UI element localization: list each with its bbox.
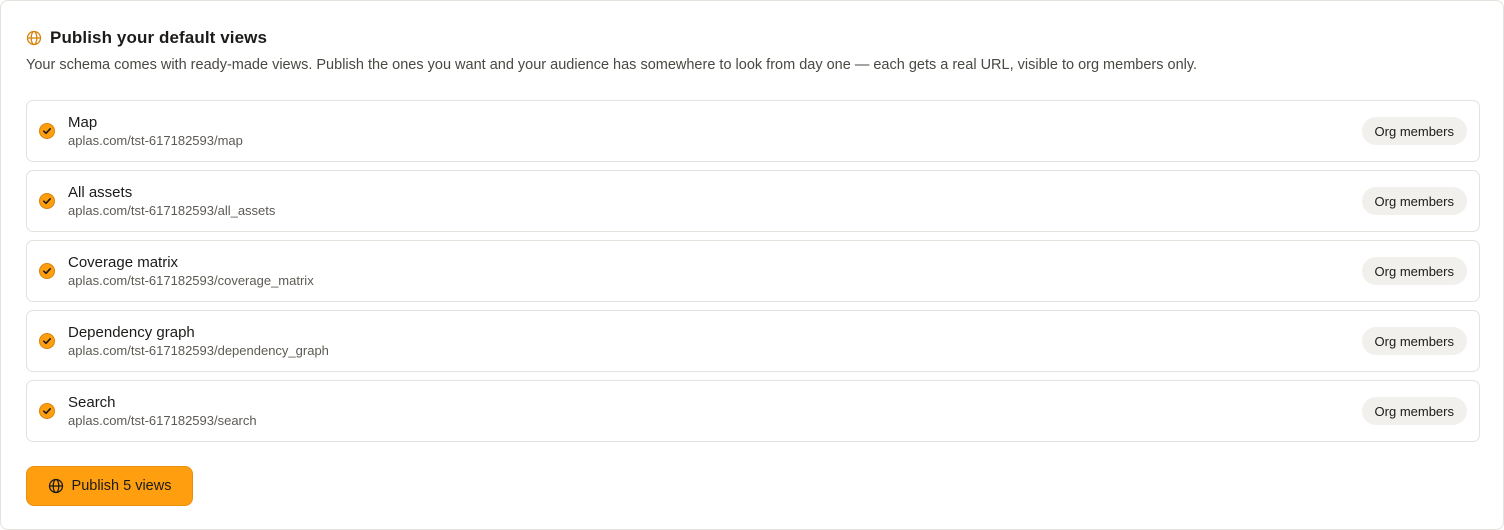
publish-button-label: Publish 5 views: [71, 478, 172, 494]
publish-views-card: Publish your default views Your schema c…: [0, 0, 1504, 530]
view-title: All assets: [68, 183, 133, 201]
view-row-dependency-graph[interactable]: Dependency graph aplas.com/tst-617182593…: [26, 310, 1480, 372]
card-title: Publish your default views: [50, 28, 268, 47]
view-title: Search: [68, 393, 116, 411]
visibility-badge[interactable]: Org members: [1361, 327, 1467, 355]
view-url: aplas.com/tst-617182593/dependency_graph: [68, 342, 329, 358]
view-row-map[interactable]: Map aplas.com/tst-617182593/map Org memb…: [26, 100, 1480, 162]
view-text: Search aplas.com/tst-617182593/search: [68, 394, 257, 429]
card-header: Publish your default views: [26, 27, 267, 49]
view-row-all-assets[interactable]: All assets aplas.com/tst-617182593/all_a…: [26, 170, 1480, 232]
checkbox-checked-icon[interactable]: [39, 193, 55, 209]
view-text: Dependency graph aplas.com/tst-617182593…: [68, 324, 329, 359]
view-row-coverage-matrix[interactable]: Coverage matrix aplas.com/tst-617182593/…: [26, 240, 1480, 302]
view-text: Coverage matrix aplas.com/tst-617182593/…: [68, 254, 314, 289]
view-text: All assets aplas.com/tst-617182593/all_a…: [68, 184, 275, 219]
visibility-badge[interactable]: Org members: [1361, 257, 1467, 285]
view-title: Dependency graph: [68, 323, 195, 341]
card-subtitle: Your schema comes with ready-made views.…: [26, 57, 1198, 73]
visibility-badge[interactable]: Org members: [1361, 187, 1467, 215]
checkbox-checked-icon[interactable]: [39, 263, 55, 279]
checkbox-checked-icon[interactable]: [39, 123, 55, 139]
view-row-search[interactable]: Search aplas.com/tst-617182593/search Or…: [26, 380, 1480, 442]
checkbox-checked-icon[interactable]: [39, 333, 55, 349]
globe-icon: [26, 30, 42, 46]
view-text: Map aplas.com/tst-617182593/map: [68, 114, 243, 149]
view-title: Map: [68, 113, 98, 131]
publish-views-button[interactable]: Publish 5 views: [26, 466, 193, 506]
views-list: Map aplas.com/tst-617182593/map Org memb…: [26, 100, 1480, 450]
visibility-badge[interactable]: Org members: [1361, 117, 1467, 145]
view-url: aplas.com/tst-617182593/search: [68, 412, 257, 428]
globe-icon: [48, 478, 64, 494]
checkbox-checked-icon[interactable]: [39, 403, 55, 419]
view-url: aplas.com/tst-617182593/all_assets: [68, 202, 276, 218]
view-url: aplas.com/tst-617182593/map: [68, 132, 243, 148]
view-title: Coverage matrix: [68, 253, 179, 271]
visibility-badge[interactable]: Org members: [1361, 397, 1467, 425]
view-url: aplas.com/tst-617182593/coverage_matrix: [68, 272, 314, 288]
